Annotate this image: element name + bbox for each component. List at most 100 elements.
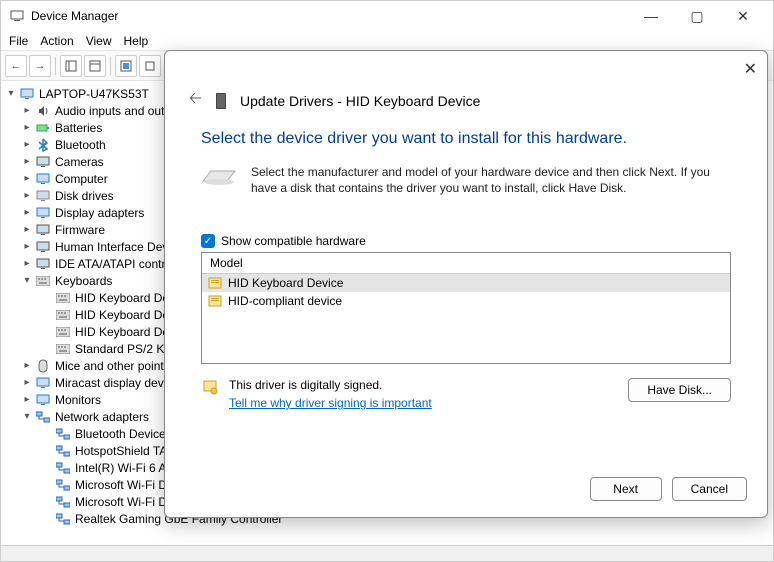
tree-item-label: Firmware <box>55 223 105 237</box>
menubar: File Action View Help <box>1 31 773 51</box>
show-compatible-label: Show compatible hardware <box>221 234 366 248</box>
tree-toggle[interactable]: ▸ <box>21 258 33 269</box>
menu-view[interactable]: View <box>86 34 112 48</box>
dialog-heading: Select the device driver you want to ins… <box>201 130 731 148</box>
hid-icon <box>35 239 51 255</box>
dialog-footer: Next Cancel <box>165 465 767 517</box>
network-icon <box>55 511 71 527</box>
have-disk-button[interactable]: Have Disk... <box>628 378 731 402</box>
model-list-item[interactable]: HID-compliant device <box>202 292 730 310</box>
audio-icon <box>35 103 51 119</box>
titlebar: Device Manager — ▢ ✕ <box>1 1 773 31</box>
tree-toggle[interactable]: ▾ <box>21 411 33 422</box>
tree-toggle[interactable]: ▸ <box>21 224 33 235</box>
maximize-button[interactable]: ▢ <box>683 8 711 25</box>
toolbar-divider <box>110 57 111 75</box>
tree-toggle[interactable]: ▸ <box>21 122 33 133</box>
certificate-icon <box>201 378 219 396</box>
dialog-instructions: Select the manufacturer and model of you… <box>201 164 731 196</box>
menu-help[interactable]: Help <box>124 34 149 48</box>
tree-item-label: Bluetooth <box>55 138 106 152</box>
keyboard-icon <box>55 290 71 306</box>
network-icon <box>55 494 71 510</box>
ide-icon <box>35 256 51 272</box>
toolbar-button-2[interactable] <box>84 55 106 77</box>
signing-importance-link[interactable]: Tell me why driver signing is important <box>229 396 432 410</box>
network-icon <box>55 426 71 442</box>
tree-item-label: Display adapters <box>55 206 144 220</box>
toolbar-button-3[interactable] <box>115 55 137 77</box>
tree-item-label: Disk drives <box>55 189 114 203</box>
statusbar <box>1 545 773 561</box>
display-icon <box>35 375 51 391</box>
network-icon <box>55 443 71 459</box>
toolbar-button-4[interactable] <box>139 55 161 77</box>
disk-icon <box>35 188 51 204</box>
window-title: Device Manager <box>31 9 637 23</box>
dialog-title: Update Drivers - HID Keyboard Device <box>240 93 480 109</box>
tree-toggle[interactable]: ▸ <box>21 360 33 371</box>
app-icon <box>9 8 25 24</box>
tree-toggle[interactable]: ▸ <box>21 394 33 405</box>
tree-item-label: Keyboards <box>55 274 112 288</box>
driver-icon <box>208 295 222 307</box>
next-button[interactable]: Next <box>590 477 662 501</box>
keyboard-icon <box>55 341 71 357</box>
tree-toggle[interactable]: ▸ <box>21 377 33 388</box>
firmware-icon <box>35 222 51 238</box>
camera-icon <box>35 154 51 170</box>
keyboard-icon <box>55 324 71 340</box>
hardware-icon <box>201 164 237 190</box>
tree-toggle[interactable]: ▸ <box>21 207 33 218</box>
network-icon <box>35 409 51 425</box>
show-compatible-checkbox[interactable]: ✓ <box>201 234 215 248</box>
toolbar-divider <box>55 57 56 75</box>
toolbar-button-1[interactable] <box>60 55 82 77</box>
tree-item-label: Monitors <box>55 393 101 407</box>
tree-item-label: Batteries <box>55 121 102 135</box>
model-list-item[interactable]: HID Keyboard Device <box>202 274 730 292</box>
tree-toggle[interactable]: ▸ <box>21 241 33 252</box>
menu-file[interactable]: File <box>9 34 28 48</box>
battery-icon <box>35 120 51 136</box>
dialog-back-button[interactable]: 🡠 <box>189 87 202 114</box>
tree-toggle[interactable]: ▸ <box>21 156 33 167</box>
network-icon <box>55 460 71 476</box>
model-label: HID Keyboard Device <box>228 276 343 290</box>
close-button[interactable]: ✕ <box>729 8 757 25</box>
tree-item-label: Computer <box>55 172 108 186</box>
dialog-titlebar: ✕ <box>165 51 767 87</box>
toolbar-forward-button[interactable]: → <box>29 55 51 77</box>
keyboard-icon <box>55 307 71 323</box>
menu-action[interactable]: Action <box>40 34 73 48</box>
dialog-close-button[interactable]: ✕ <box>744 59 757 79</box>
tree-toggle[interactable]: ▸ <box>21 173 33 184</box>
tree-item-label: Network adapters <box>55 410 149 424</box>
tree-toggle[interactable]: ▸ <box>21 139 33 150</box>
tree-toggle[interactable]: ▸ <box>21 105 33 116</box>
disk-icon <box>214 92 228 110</box>
tree-root-label: LAPTOP-U47KS53T <box>39 87 149 101</box>
minimize-button[interactable]: — <box>637 8 665 25</box>
computer-icon <box>35 171 51 187</box>
signing-row: This driver is digitally signed. Tell me… <box>201 378 731 410</box>
model-listbox[interactable]: Model HID Keyboard DeviceHID-compliant d… <box>201 252 731 364</box>
driver-icon <box>208 277 222 289</box>
display-icon <box>35 205 51 221</box>
signed-label: This driver is digitally signed. <box>229 378 432 392</box>
dialog-header: 🡠 Update Drivers - HID Keyboard Device <box>165 87 767 126</box>
network-icon <box>55 477 71 493</box>
model-label: HID-compliant device <box>228 294 342 308</box>
dialog-instruction-text: Select the manufacturer and model of you… <box>251 164 731 196</box>
toolbar-back-button[interactable]: ← <box>5 55 27 77</box>
tree-item-label: Cameras <box>55 155 104 169</box>
dialog-body: Select the device driver you want to ins… <box>165 126 767 465</box>
computer-icon <box>19 86 35 102</box>
cancel-button[interactable]: Cancel <box>672 477 747 501</box>
monitor-icon <box>35 392 51 408</box>
tree-toggle[interactable]: ▾ <box>21 275 33 286</box>
mouse-icon <box>35 358 51 374</box>
keyboard-icon <box>35 273 51 289</box>
show-compatible-row: ✓ Show compatible hardware <box>201 234 731 248</box>
tree-toggle[interactable]: ▸ <box>21 190 33 201</box>
